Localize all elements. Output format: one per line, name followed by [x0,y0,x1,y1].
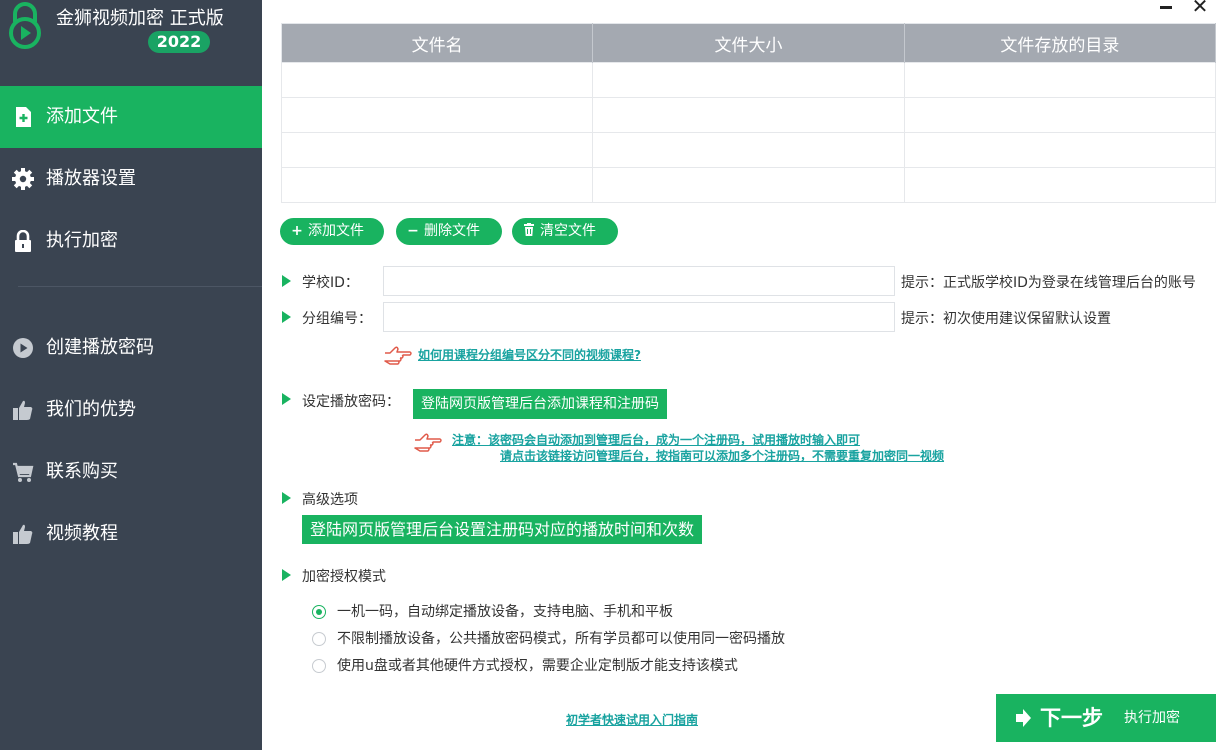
table-cell [592,132,905,168]
minus-icon: − [407,223,419,239]
trash-icon [522,218,536,245]
brand: 金狮视频加密 正式版 2022 [0,0,262,80]
sidebar-item-label: 执行加密 [46,230,118,251]
table-header-row: 文件名 文件大小 文件存放的目录 [281,23,1217,63]
advanced-options-label: 高级选项 [302,492,358,508]
lock-icon [15,230,31,252]
app-logo-icon [9,2,41,49]
sidebar-item-video-tutorial[interactable]: 视频教程 [0,503,262,565]
file-table: 文件名 文件大小 文件存放的目录 [280,23,1217,203]
sidebar-item-purchase[interactable]: 联系购买 [0,441,262,503]
sidebar-item-advantages[interactable]: 我们的优势 [0,379,262,441]
add-file-icon [16,107,31,127]
table-row[interactable] [280,97,1217,133]
table-row[interactable] [280,62,1217,98]
thumbs-up-icon [13,524,33,544]
table-row[interactable] [280,167,1217,203]
arrow-bullet-icon [282,393,291,405]
beginner-guide-link[interactable]: 初学者快速试用入门指南 [566,711,698,728]
school-id-label: 学校ID： [302,275,359,291]
gear-icon [12,168,34,190]
sidebar-item-label: 我们的优势 [46,399,136,420]
table-cell [903,132,1217,168]
sidebar-item-label: 创建播放密码 [46,337,154,358]
add-file-button-label: 添加文件 [308,223,364,239]
password-note-link-2[interactable]: 请点击该链接访问管理后台，按指南可以添加多个注册码，不需要重复加密同一视频 [500,447,944,464]
admin-add-course-button[interactable]: 登陆网页版管理后台添加课程和注册码 [413,389,667,419]
minimize-button[interactable] [1158,2,1176,12]
radio-button[interactable] [312,632,326,646]
sidebar-item-label: 联系购买 [46,461,118,482]
add-file-button[interactable]: + 添加文件 [280,218,384,245]
group-number-input[interactable] [383,302,895,332]
table-row[interactable] [280,132,1217,168]
table-cell [280,167,594,203]
arrow-bullet-icon [282,569,291,581]
school-id-input[interactable] [383,266,895,296]
admin-set-playback-button[interactable]: 登陆网页版管理后台设置注册码对应的播放时间和次数 [302,515,703,544]
close-button[interactable]: ✕ [1190,0,1210,16]
delete-file-button[interactable]: − 删除文件 [396,218,502,245]
sidebar-item-create-password[interactable]: 创建播放密码 [0,317,262,379]
clear-files-button-label: 清空文件 [540,223,596,239]
table-cell [903,167,1217,203]
table-cell [592,62,905,98]
radio-label: 不限制播放设备，公共播放密码模式，所有学员都可以使用同一密码播放 [337,631,785,647]
radio-button[interactable] [312,659,326,673]
radio-label: 一机一码，自动绑定播放设备，支持电脑、手机和平板 [337,604,673,620]
sidebar-item-label: 添加文件 [46,106,118,127]
table-cell [903,62,1217,98]
sidebar-item-label: 播放器设置 [46,168,136,189]
table-cell [280,97,594,133]
column-header-filesize[interactable]: 文件大小 [592,23,905,63]
sidebar-item-encrypt[interactable]: 执行加密 [0,210,262,272]
table-cell [280,62,594,98]
year-badge: 2022 [148,31,210,53]
group-number-label: 分组编号： [302,311,372,327]
table-cell [592,167,905,203]
next-step-label: 下一步 [1040,706,1103,730]
arrow-right-icon [1016,709,1031,727]
delete-file-button-label: 删除文件 [424,223,480,239]
column-header-directory[interactable]: 文件存放的目录 [904,23,1217,63]
radio-label: 使用u盘或者其他硬件方式授权，需要企业定制版才能支持该模式 [337,658,738,674]
group-help-link[interactable]: 如何用课程分组编号区分不同的视频课程? [418,346,641,363]
password-note-link-1[interactable]: 注意：该密码会自动添加到管理后台，成为一个注册码，试用播放时输入即可 [452,431,860,448]
sidebar-item-add-file[interactable]: 添加文件 [0,86,262,148]
app-title: 金狮视频加密 正式版 [56,8,224,29]
pointing-hand-icon [384,346,412,365]
table-cell [280,132,594,168]
plus-icon: + [291,223,303,239]
password-label: 设定播放密码： [302,394,400,410]
pointing-hand-icon [414,433,442,452]
school-id-hint: 提示：正式版学校ID为登录在线管理后台的账号 [901,275,1196,291]
next-step-sublabel: 执行加密 [1124,710,1180,726]
license-mode-label: 加密授权模式 [302,569,386,585]
column-header-filename[interactable]: 文件名 [281,23,594,63]
thumbs-up-icon [13,400,33,420]
next-step-button[interactable]: 下一步 执行加密 [996,694,1216,742]
table-cell [903,97,1217,133]
sidebar-divider [18,286,262,287]
sidebar-item-player-settings[interactable]: 播放器设置 [0,148,262,210]
table-cell [592,97,905,133]
sidebar: 金狮视频加密 正式版 2022 添加文件 播放器设置 执行加密 创建播放密码 我… [0,0,262,750]
sidebar-item-label: 视频教程 [46,523,118,544]
group-number-hint: 提示：初次使用建议保留默认设置 [901,311,1111,327]
cart-icon [13,462,34,482]
arrow-bullet-icon [282,275,291,287]
clear-files-button[interactable]: 清空文件 [512,218,618,245]
radio-button[interactable] [312,605,326,619]
arrow-bullet-icon [282,492,291,504]
play-circle-icon [13,338,33,358]
arrow-bullet-icon [282,311,291,323]
